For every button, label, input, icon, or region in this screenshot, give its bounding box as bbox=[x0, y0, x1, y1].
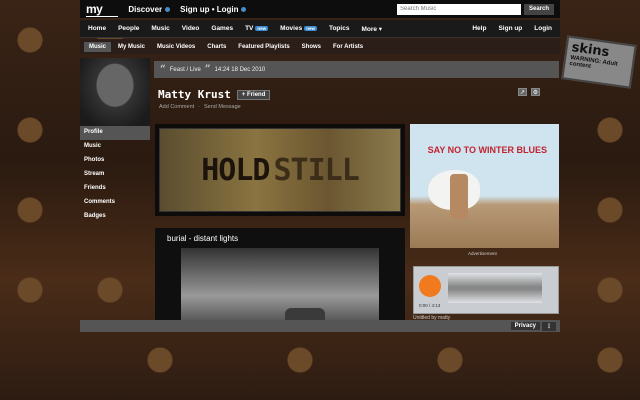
nav-music[interactable]: Music bbox=[145, 20, 175, 38]
status-text: Feast / Live bbox=[169, 66, 201, 73]
banner-word-1: HOLD bbox=[201, 152, 270, 188]
search-input[interactable] bbox=[396, 3, 521, 15]
profile-header: Matty Krust + Friend bbox=[158, 88, 271, 101]
profile-tools: ↗ ⚙ bbox=[518, 88, 540, 96]
share-icon[interactable]: ↗ bbox=[518, 88, 527, 96]
banner-word-2: STILL bbox=[273, 152, 359, 188]
profile-avatar[interactable] bbox=[80, 58, 150, 126]
nav-games[interactable]: Games bbox=[205, 20, 239, 38]
subnav-music-videos[interactable]: Music Videos bbox=[152, 42, 200, 52]
settings-icon[interactable]: ⚙ bbox=[531, 88, 540, 96]
nav-label: Sign up bbox=[498, 25, 523, 32]
dropdown-dot-icon bbox=[165, 6, 171, 12]
nav-help[interactable]: Help bbox=[466, 20, 492, 38]
more-icon[interactable]: ⋮ bbox=[542, 321, 556, 331]
discover-link[interactable]: Discover bbox=[128, 4, 171, 14]
signup-login-label: Sign up • Login bbox=[180, 4, 239, 14]
nav-label: TV bbox=[245, 25, 254, 32]
play-icon[interactable] bbox=[419, 275, 441, 297]
subnav-my-music[interactable]: My Music bbox=[113, 42, 150, 52]
new-badge: new bbox=[304, 26, 317, 31]
nav-label: Topics bbox=[328, 25, 350, 32]
add-comment-link[interactable]: Add Comment bbox=[159, 104, 194, 110]
nav-video[interactable]: Video bbox=[176, 20, 206, 38]
nav-movies[interactable]: Movies new bbox=[274, 20, 323, 38]
banner-image: HOLD STILL bbox=[159, 128, 401, 212]
sidebar-item-music[interactable]: Music bbox=[80, 140, 150, 154]
search-button[interactable]: Search bbox=[523, 3, 554, 15]
privacy-button[interactable]: Privacy bbox=[510, 322, 540, 330]
nav-label: Help bbox=[472, 25, 487, 32]
profile-sidebar: Profile Music Photos Stream Friends Comm… bbox=[80, 126, 150, 224]
ad-label: Advertisement bbox=[468, 251, 497, 256]
nav-label: Video bbox=[181, 25, 200, 32]
video-module: burial - distant lights bbox=[155, 228, 405, 330]
nav-label: Login bbox=[534, 25, 552, 32]
friend-button-label: Friend bbox=[247, 91, 266, 98]
sidebar-item-comments[interactable]: Comments bbox=[80, 196, 150, 210]
top-bar: my Discover Sign up • Login Search bbox=[80, 0, 560, 18]
waveform[interactable] bbox=[448, 273, 542, 303]
skins-badge: skins WARNING: Adult content bbox=[561, 35, 637, 89]
subnav-for-artists[interactable]: For Artists bbox=[328, 42, 368, 52]
nav-people[interactable]: People bbox=[112, 20, 145, 38]
subnav-music[interactable]: Music bbox=[84, 41, 112, 52]
open-quote-icon: “ bbox=[160, 64, 166, 75]
video-player[interactable] bbox=[181, 248, 379, 330]
dropdown-dot-icon bbox=[241, 6, 247, 12]
subnav-charts[interactable]: Charts bbox=[202, 42, 231, 52]
nav-label: Games bbox=[211, 25, 234, 32]
search-form: Search bbox=[396, 3, 554, 15]
nav-more[interactable]: More ▾ bbox=[355, 20, 388, 38]
footer-bar: Privacy ⋮ bbox=[80, 320, 560, 332]
ad-person-image bbox=[450, 174, 468, 219]
subnav-featured-playlists[interactable]: Featured Playlists bbox=[233, 42, 294, 52]
nav-login[interactable]: Login bbox=[528, 20, 558, 38]
player-time: 0:00 / 4:13 bbox=[419, 303, 441, 308]
music-subnav: Music My Music Music Videos Charts Featu… bbox=[80, 39, 560, 54]
sidebar-item-stream[interactable]: Stream bbox=[80, 168, 150, 182]
profile-name: Matty Krust bbox=[158, 88, 231, 101]
advertisement[interactable]: SAY NO TO WINTER BLUES bbox=[410, 124, 559, 248]
new-badge: new bbox=[255, 26, 269, 31]
subnav-shows[interactable]: Shows bbox=[297, 42, 326, 52]
sidebar-item-friends[interactable]: Friends bbox=[80, 182, 150, 196]
nav-label: Movies bbox=[280, 25, 303, 32]
sidebar-item-badges[interactable]: Badges bbox=[80, 210, 150, 224]
sidebar-item-photos[interactable]: Photos bbox=[80, 154, 150, 168]
nav-topics[interactable]: Topics bbox=[323, 20, 355, 38]
nav-home[interactable]: Home bbox=[82, 20, 112, 38]
nav-label: More ▾ bbox=[361, 25, 383, 33]
nav-signup[interactable]: Sign up bbox=[492, 20, 528, 38]
nav-right-group: Help Sign up Login bbox=[466, 20, 558, 38]
video-title[interactable]: burial - distant lights bbox=[155, 228, 405, 249]
send-message-link[interactable]: Send Message bbox=[204, 104, 241, 110]
nav-label: Home bbox=[88, 25, 107, 32]
site-logo[interactable]: my bbox=[86, 2, 119, 17]
nav-tv[interactable]: TV new bbox=[239, 20, 274, 38]
status-timestamp: 14:24 18 Dec 2010 bbox=[214, 66, 266, 73]
signup-login-link[interactable]: Sign up • Login bbox=[180, 4, 247, 14]
add-friend-button[interactable]: + Friend bbox=[236, 89, 271, 100]
discover-label: Discover bbox=[128, 4, 163, 14]
audio-player: 0:00 / 4:13 bbox=[413, 266, 559, 314]
nav-label: People bbox=[118, 25, 140, 32]
status-bar: “ Feast / Live ” 14:24 18 Dec 2010 bbox=[154, 61, 559, 78]
separator: · bbox=[198, 104, 200, 110]
profile-banner: HOLD STILL bbox=[155, 124, 405, 216]
sidebar-item-profile[interactable]: Profile bbox=[80, 126, 150, 140]
close-quote-icon: ” bbox=[204, 64, 211, 75]
main-nav: Home People Music Video Games TV new Movi… bbox=[80, 20, 560, 38]
profile-actions: Add Comment · Send Message bbox=[159, 104, 241, 110]
nav-label: Music bbox=[151, 25, 170, 32]
ad-headline: SAY NO TO WINTER BLUES bbox=[427, 145, 547, 155]
